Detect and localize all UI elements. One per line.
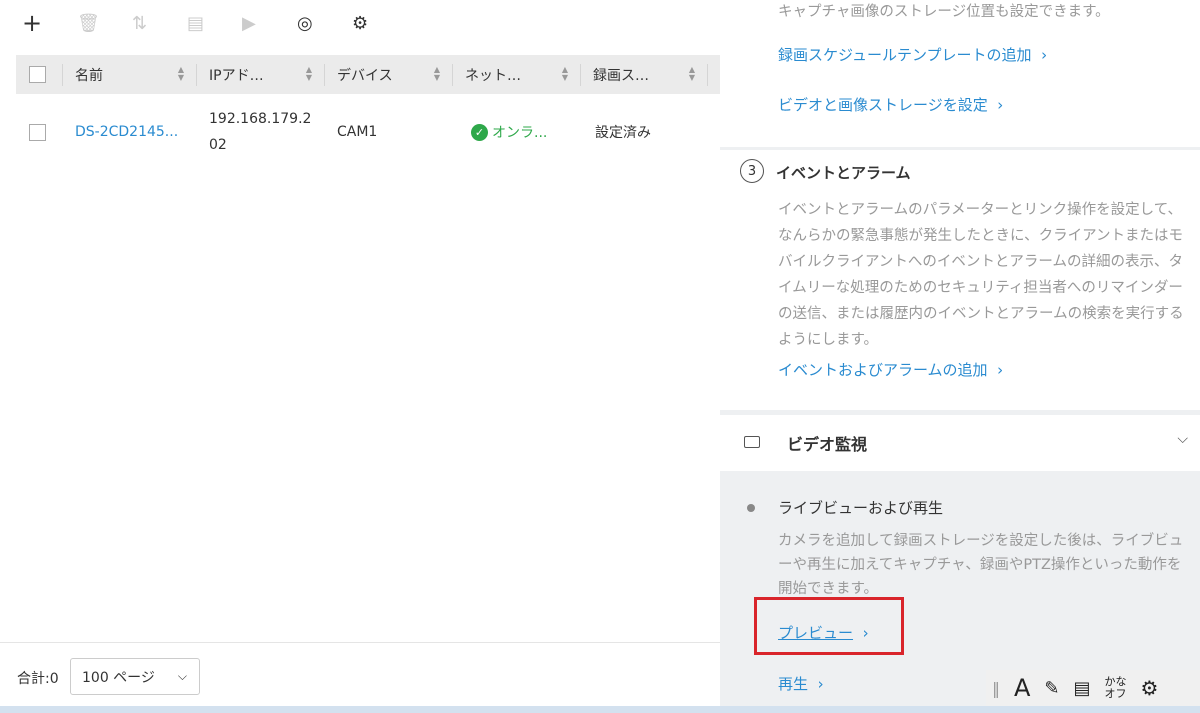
header-label: 録画ス… [593, 67, 649, 84]
status-text: オンラ... [492, 125, 548, 141]
event-desc: イベントとアラームのパラメーターとリンク操作を設定して、なんらかの緊急事態が発生… [778, 202, 1184, 348]
toolbar: + 🗑 ⇅ ▤ ▶ ◎ ⚙ [22, 9, 407, 37]
sort-icon[interactable]: ▲ ▼ [178, 65, 184, 82]
live-title: ライブビューおよび再生 [778, 499, 944, 517]
device-type: CAM1 [337, 124, 378, 140]
section-title: ビデオ監視 [787, 435, 868, 454]
network-status: ✓ オンラ... [471, 122, 595, 142]
pagination: 合計:0 100 ページ ⌵ [0, 642, 720, 706]
chevron-right-icon: › [812, 675, 824, 693]
check-circle-icon: ✓ [471, 123, 488, 141]
network-camera-icon[interactable]: ◎ [297, 10, 352, 36]
link-label: 録画スケジュールテンプレートの追加 [778, 46, 1032, 64]
header-label: デバイス [337, 67, 393, 84]
page-size-select[interactable]: 100 ページ ⌵ [70, 658, 200, 695]
column-ip[interactable]: IPアド… ▲ ▼ [196, 63, 324, 86]
sort-icon[interactable]: ⇅ [132, 10, 187, 36]
table-header: 名前 ▲ ▼ IPアド… ▲ ▼ デバイス ▲ ▼ ネット… ▲ ▼ 録画ス… ▲ ▼ [16, 55, 720, 94]
header-label: ネット… [465, 67, 521, 84]
guide-panel: キャプチャ画像のストレージ位置も設定できます。 録画スケジュールテンプレートの追… [720, 0, 1200, 706]
event-card: 3 イベントとアラーム イベントとアラームのパラメーターとリンク操作を設定して、… [720, 150, 1200, 410]
add-schedule-link[interactable]: 録画スケジュールテンプレートの追加 › [778, 44, 1047, 65]
sort-icon[interactable]: ▲ ▼ [689, 65, 695, 82]
gear-icon[interactable]: ⚙ [1141, 676, 1159, 700]
sort-icon[interactable]: ▲ ▼ [562, 65, 568, 82]
taskbar-edge [0, 706, 1200, 713]
kana-off-label: オフ [1104, 687, 1127, 700]
video-camera-icon [744, 436, 760, 448]
column-name[interactable]: 名前 ▲ ▼ [62, 63, 196, 86]
video-icon[interactable]: ▶ [242, 10, 297, 36]
chevron-right-icon: › [1036, 46, 1048, 64]
playback-link[interactable]: 再生 › [778, 673, 824, 694]
drag-handle[interactable]: ‖ [992, 679, 1000, 698]
live-desc: カメラを追加して録画ストレージを設定した後は、ライブビューや再生に加えてキャプチ… [778, 533, 1184, 597]
storage-desc: キャプチャ画像のストレージ位置も設定できます。 [778, 4, 1110, 20]
chevron-down-icon: ⌵ [177, 669, 187, 683]
chevron-down-icon[interactable]: ⌵ [1177, 431, 1188, 447]
link-label: プレビュー [778, 624, 854, 642]
input-mode[interactable]: A [1014, 674, 1030, 702]
location-settings-icon[interactable]: ⚙ [352, 10, 407, 36]
chevron-right-icon: › [992, 361, 1004, 379]
export-icon[interactable]: ▤ [187, 10, 242, 36]
set-storage-link[interactable]: ビデオと画像ストレージを設定 › [778, 94, 1003, 115]
total-count: 合計:0 [17, 671, 59, 687]
table-row[interactable]: DS-2CD2145... 192.168.179.2 02 CAM1 ✓ オンラ… [16, 104, 720, 160]
link-label: イベントおよびアラームの追加 [778, 361, 988, 379]
trash-icon[interactable]: 🗑 [77, 10, 132, 36]
chevron-right-icon: › [992, 96, 1004, 114]
step-number: 3 [740, 159, 764, 183]
column-device[interactable]: デバイス ▲ ▼ [324, 63, 452, 86]
device-name-link[interactable]: DS-2CD2145... [75, 124, 209, 140]
bullet-dot [747, 504, 755, 512]
plus-icon[interactable]: + [22, 9, 77, 37]
storage-card: キャプチャ画像のストレージ位置も設定できます。 録画スケジュールテンプレートの追… [720, 0, 1200, 147]
header-label: 名前 [75, 67, 103, 84]
column-recording[interactable]: 録画ス… ▲ ▼ [580, 63, 708, 86]
link-label: 再生 [778, 675, 809, 693]
page-size-value: 100 ページ [82, 669, 155, 686]
header-label: IPアド… [209, 67, 264, 84]
sort-icon[interactable]: ▲ ▼ [306, 65, 312, 82]
add-event-link[interactable]: イベントおよびアラームの追加 › [778, 359, 1003, 380]
kana-toggle[interactable]: かな オフ [1105, 676, 1127, 700]
link-label: ビデオと画像ストレージを設定 [778, 96, 988, 114]
event-title: イベントとアラーム [776, 164, 911, 182]
video-section-header[interactable]: ビデオ監視 ⌵ [720, 415, 1200, 471]
preview-link[interactable]: プレビュー › [778, 622, 869, 643]
sort-icon[interactable]: ▲ ▼ [434, 65, 440, 82]
device-list-panel: + 🗑 ⇅ ▤ ▶ ◎ ⚙ 名前 ▲ ▼ IPアド… ▲ ▼ デバイス ▲ ▼ ネット… ▲ ▼… [0, 0, 720, 706]
recording-status: 設定済み [595, 125, 651, 141]
select-all-checkbox[interactable] [29, 66, 46, 83]
ime-pad-icon[interactable]: ✎ [1044, 678, 1059, 699]
column-network[interactable]: ネット… ▲ ▼ [452, 63, 580, 86]
ime-toolbar: ‖ A ✎ ▤ かな オフ ⚙ [986, 670, 1200, 706]
dictionary-icon[interactable]: ▤ [1074, 678, 1091, 699]
chevron-right-icon: › [857, 624, 869, 642]
row-checkbox[interactable] [29, 123, 46, 141]
ip-address: 192.168.179.2 02 [209, 111, 312, 153]
